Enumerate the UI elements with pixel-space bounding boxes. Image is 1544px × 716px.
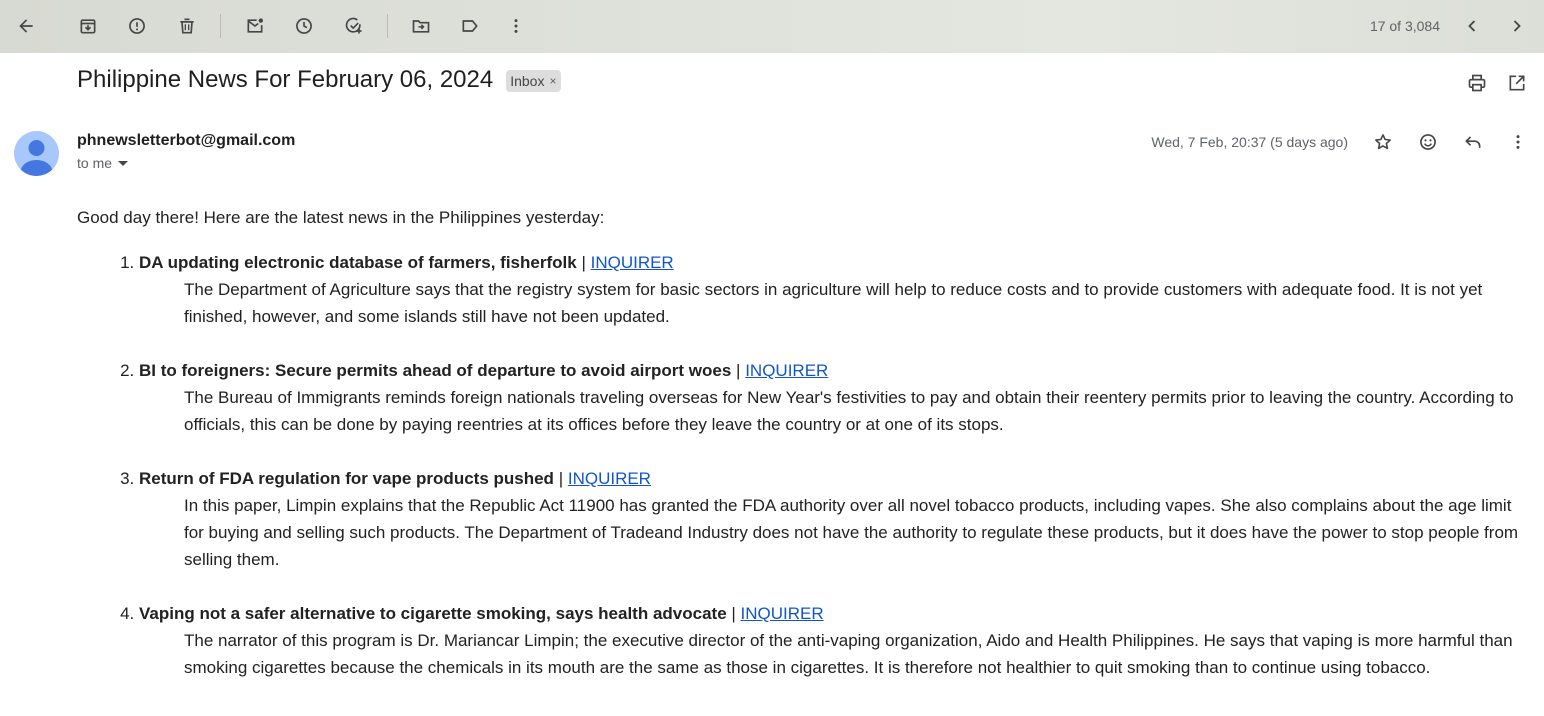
add-task-icon[interactable] <box>338 10 370 42</box>
emoji-icon[interactable] <box>1416 130 1440 154</box>
news-list: DA updating electronic database of farme… <box>77 249 1527 681</box>
list-item: BI to foreigners: Secure permits ahead o… <box>139 357 1527 438</box>
news-title: BI to foreigners: Secure permits ahead o… <box>139 361 732 380</box>
recipient-label: to me <box>77 155 113 171</box>
list-item: Vaping not a safer alternative to cigare… <box>139 600 1527 681</box>
avatar[interactable] <box>14 131 59 176</box>
back-arrow-icon[interactable] <box>10 10 42 42</box>
reply-icon[interactable] <box>1461 130 1485 154</box>
list-item: Return of FDA regulation for vape produc… <box>139 465 1527 573</box>
source-link[interactable]: INQUIRER <box>568 469 651 488</box>
label-icon[interactable] <box>454 10 486 42</box>
delete-icon[interactable] <box>171 10 203 42</box>
news-description: The Bureau of Immigrants reminds foreign… <box>184 388 1514 434</box>
email-subject: Philippine News For February 06, 2024 <box>77 66 494 93</box>
greeting: Good day there! Here are the latest news… <box>77 208 605 227</box>
open-new-window-icon[interactable] <box>1505 71 1529 95</box>
news-description: In this paper, Limpin explains that the … <box>184 496 1519 569</box>
report-spam-icon[interactable] <box>121 10 153 42</box>
email-date: Wed, 7 Feb, 20:37 (5 days ago) <box>1151 134 1348 150</box>
chevron-right-icon[interactable] <box>1501 10 1533 42</box>
archive-icon[interactable] <box>72 10 104 42</box>
subject-row: Philippine News For February 06, 2024 In… <box>77 66 562 94</box>
source-link[interactable]: INQUIRER <box>591 253 674 272</box>
separator: | <box>581 253 586 272</box>
message-counter: 17 of 3,084 <box>1369 18 1440 34</box>
inbox-label-chip[interactable]: Inbox × <box>506 70 562 92</box>
chevron-left-icon[interactable] <box>1456 10 1488 42</box>
source-link[interactable]: INQUIRER <box>745 361 828 380</box>
news-description: The Department of Agriculture says that … <box>184 280 1483 326</box>
move-to-icon[interactable] <box>405 10 437 42</box>
caret-down-icon[interactable] <box>118 160 129 166</box>
print-icon[interactable] <box>1465 71 1489 95</box>
star-icon[interactable] <box>1371 130 1395 154</box>
snooze-icon[interactable] <box>288 10 320 42</box>
separator: | <box>558 469 564 488</box>
news-title: DA updating electronic database of farme… <box>139 253 577 272</box>
toolbar-divider <box>220 14 221 38</box>
mark-unread-icon[interactable] <box>239 10 271 42</box>
news-title: Vaping not a safer alternative to cigare… <box>139 604 727 623</box>
more-vert-icon[interactable] <box>1506 130 1530 154</box>
news-description: The narrator of this program is Dr. Mari… <box>184 631 1513 677</box>
separator: | <box>731 604 736 623</box>
toolbar-divider <box>387 14 388 38</box>
more-vert-icon[interactable] <box>500 10 532 42</box>
email-body: Good day there! Here are the latest news… <box>77 204 1527 681</box>
source-link[interactable]: INQUIRER <box>741 604 824 623</box>
remove-label-icon[interactable]: × <box>549 74 556 88</box>
separator: | <box>736 361 741 380</box>
toolbar: 17 of 3,084 <box>0 0 1544 53</box>
recipient-details[interactable]: to me <box>77 155 129 171</box>
sender-email[interactable]: phnewsletterbot@gmail.com <box>77 132 295 150</box>
label-name: Inbox <box>510 73 545 89</box>
news-title: Return of FDA regulation for vape produc… <box>139 469 554 488</box>
list-item: DA updating electronic database of farme… <box>139 249 1527 330</box>
